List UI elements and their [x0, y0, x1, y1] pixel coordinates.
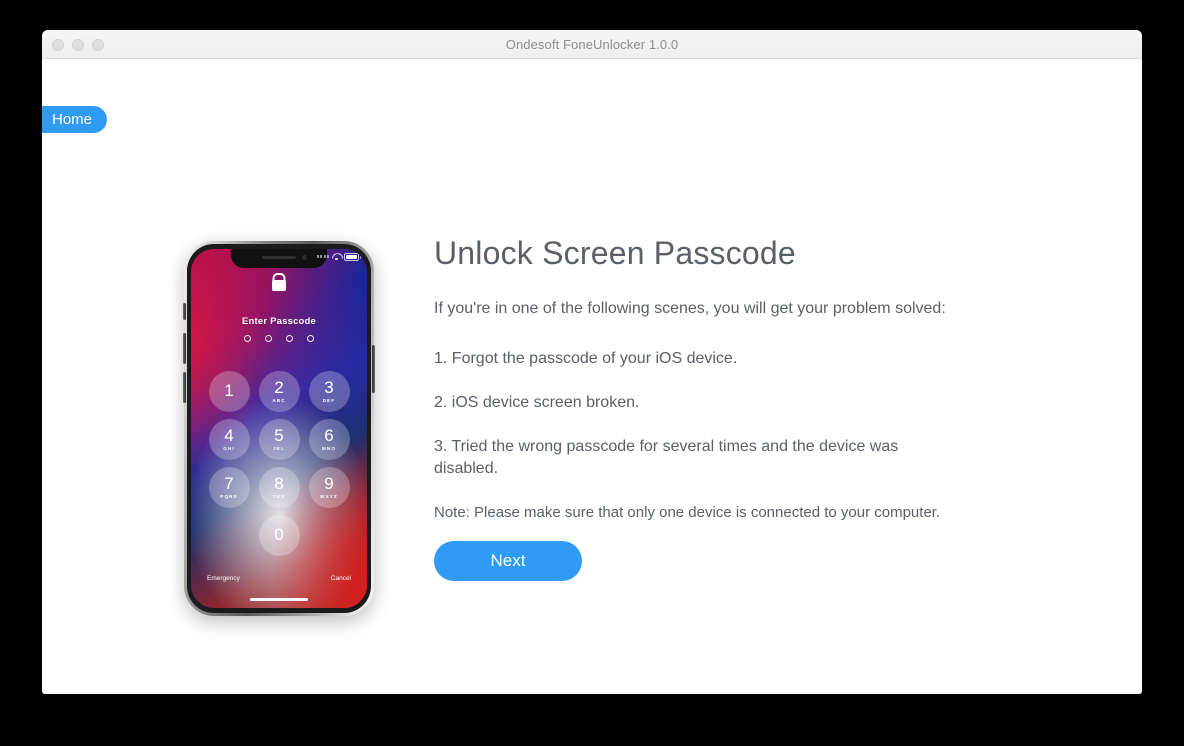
status-bar [316, 253, 361, 261]
keypad-key-7[interactable]: 7 PQRS [208, 467, 250, 508]
keypad-key-1[interactable]: 1 [208, 371, 250, 412]
iphone-illustration: Enter Passcode 1 2 ABC 3 DEF 4 GHI 5 JKL… [142, 211, 382, 616]
key-number: 7 [224, 474, 234, 494]
key-number: 0 [274, 524, 284, 544]
cancel-button[interactable]: Cancel [331, 575, 351, 582]
lockscreen-actions: Emergency Cancel [207, 575, 351, 582]
keypad-key-2[interactable]: 2 ABC [258, 371, 300, 412]
passcode-dot [307, 335, 314, 342]
front-camera-icon [302, 255, 307, 260]
key-number: 9 [324, 474, 334, 494]
page-title: Unlock Screen Passcode [434, 235, 796, 271]
close-button[interactable] [52, 38, 64, 51]
key-number: 3 [324, 378, 334, 398]
passcode-dot [244, 335, 251, 342]
key-letters: WXYZ [320, 493, 338, 499]
intro-text: If you're in one of the following scenes… [434, 300, 946, 317]
phone-screen: Enter Passcode 1 2 ABC 3 DEF 4 GHI 5 JKL… [191, 249, 367, 608]
key-letters: JKL [273, 445, 285, 451]
key-number: 6 [324, 426, 334, 446]
zoom-button[interactable] [92, 38, 104, 51]
key-letters: ABC [272, 397, 286, 403]
keypad-key-4[interactable]: 4 GHI [208, 419, 250, 460]
home-button[interactable]: Home [42, 106, 108, 133]
volume-down-button-icon [183, 372, 186, 403]
scene-item-1: 1. Forgot the passcode of your iOS devic… [434, 350, 738, 367]
key-letters: MNO [321, 445, 337, 451]
window-title: Ondesoft FoneUnlocker 1.0.0 [505, 36, 679, 52]
mute-switch-icon [183, 303, 186, 320]
passcode-keypad: 1 2 ABC 3 DEF 4 GHI 5 JKL 6 MNO 7 PQRS 8… [204, 371, 354, 556]
key-number: 8 [274, 474, 284, 494]
keypad-key-0[interactable]: 0 [258, 515, 300, 556]
keypad-key-8[interactable]: 8 TUV [258, 467, 300, 508]
scene-item-2: 2. iOS device screen broken. [434, 394, 640, 411]
key-number: 1 [224, 380, 234, 400]
traffic-light-buttons [52, 30, 104, 59]
earpiece-speaker-icon [262, 256, 296, 259]
passcode-dot [286, 335, 293, 342]
scene-item-3: 3. Tried the wrong passcode for several … [434, 438, 899, 477]
enter-passcode-label: Enter Passcode [241, 316, 317, 327]
app-window: Ondesoft FoneUnlocker 1.0.0 Home Enter P… [42, 30, 1142, 694]
phone-bezel: Enter Passcode 1 2 ABC 3 DEF 4 GHI 5 JKL… [187, 244, 371, 613]
phone-frame: Enter Passcode 1 2 ABC 3 DEF 4 GHI 5 JKL… [183, 241, 375, 616]
key-number: 4 [224, 426, 234, 446]
home-indicator [250, 598, 308, 601]
notch [231, 249, 327, 268]
next-button[interactable]: Next [434, 541, 582, 581]
battery-icon [344, 253, 361, 261]
keypad-key-9[interactable]: 9 WXYZ [308, 467, 350, 508]
minimize-button[interactable] [72, 38, 84, 51]
content-area: Home Enter Passcode 1 2 ABC 3 DEF 4 GHI … [42, 59, 1142, 694]
power-button-icon [372, 345, 375, 393]
keypad-key-5[interactable]: 5 JKL [258, 419, 300, 460]
emergency-button[interactable]: Emergency [207, 575, 240, 582]
key-number: 5 [274, 426, 284, 446]
volume-up-button-icon [183, 333, 186, 364]
keypad-key-6[interactable]: 6 MNO [308, 419, 350, 460]
key-letters: TUV [272, 493, 286, 499]
keypad-key-3[interactable]: 3 DEF [308, 371, 350, 412]
key-number: 2 [274, 378, 284, 398]
key-letters: PQRS [220, 493, 238, 499]
lock-icon [272, 280, 286, 291]
title-bar: Ondesoft FoneUnlocker 1.0.0 [42, 30, 1142, 59]
passcode-dots [191, 335, 367, 342]
key-letters: GHI [223, 445, 235, 451]
info-panel: Unlock Screen Passcode If you're in one … [434, 235, 1074, 581]
key-letters: DEF [322, 397, 336, 403]
note-text: Note: Please make sure that only one dev… [434, 504, 941, 521]
passcode-dot [265, 335, 272, 342]
signal-dots-icon [316, 255, 329, 259]
wifi-icon [332, 253, 341, 261]
